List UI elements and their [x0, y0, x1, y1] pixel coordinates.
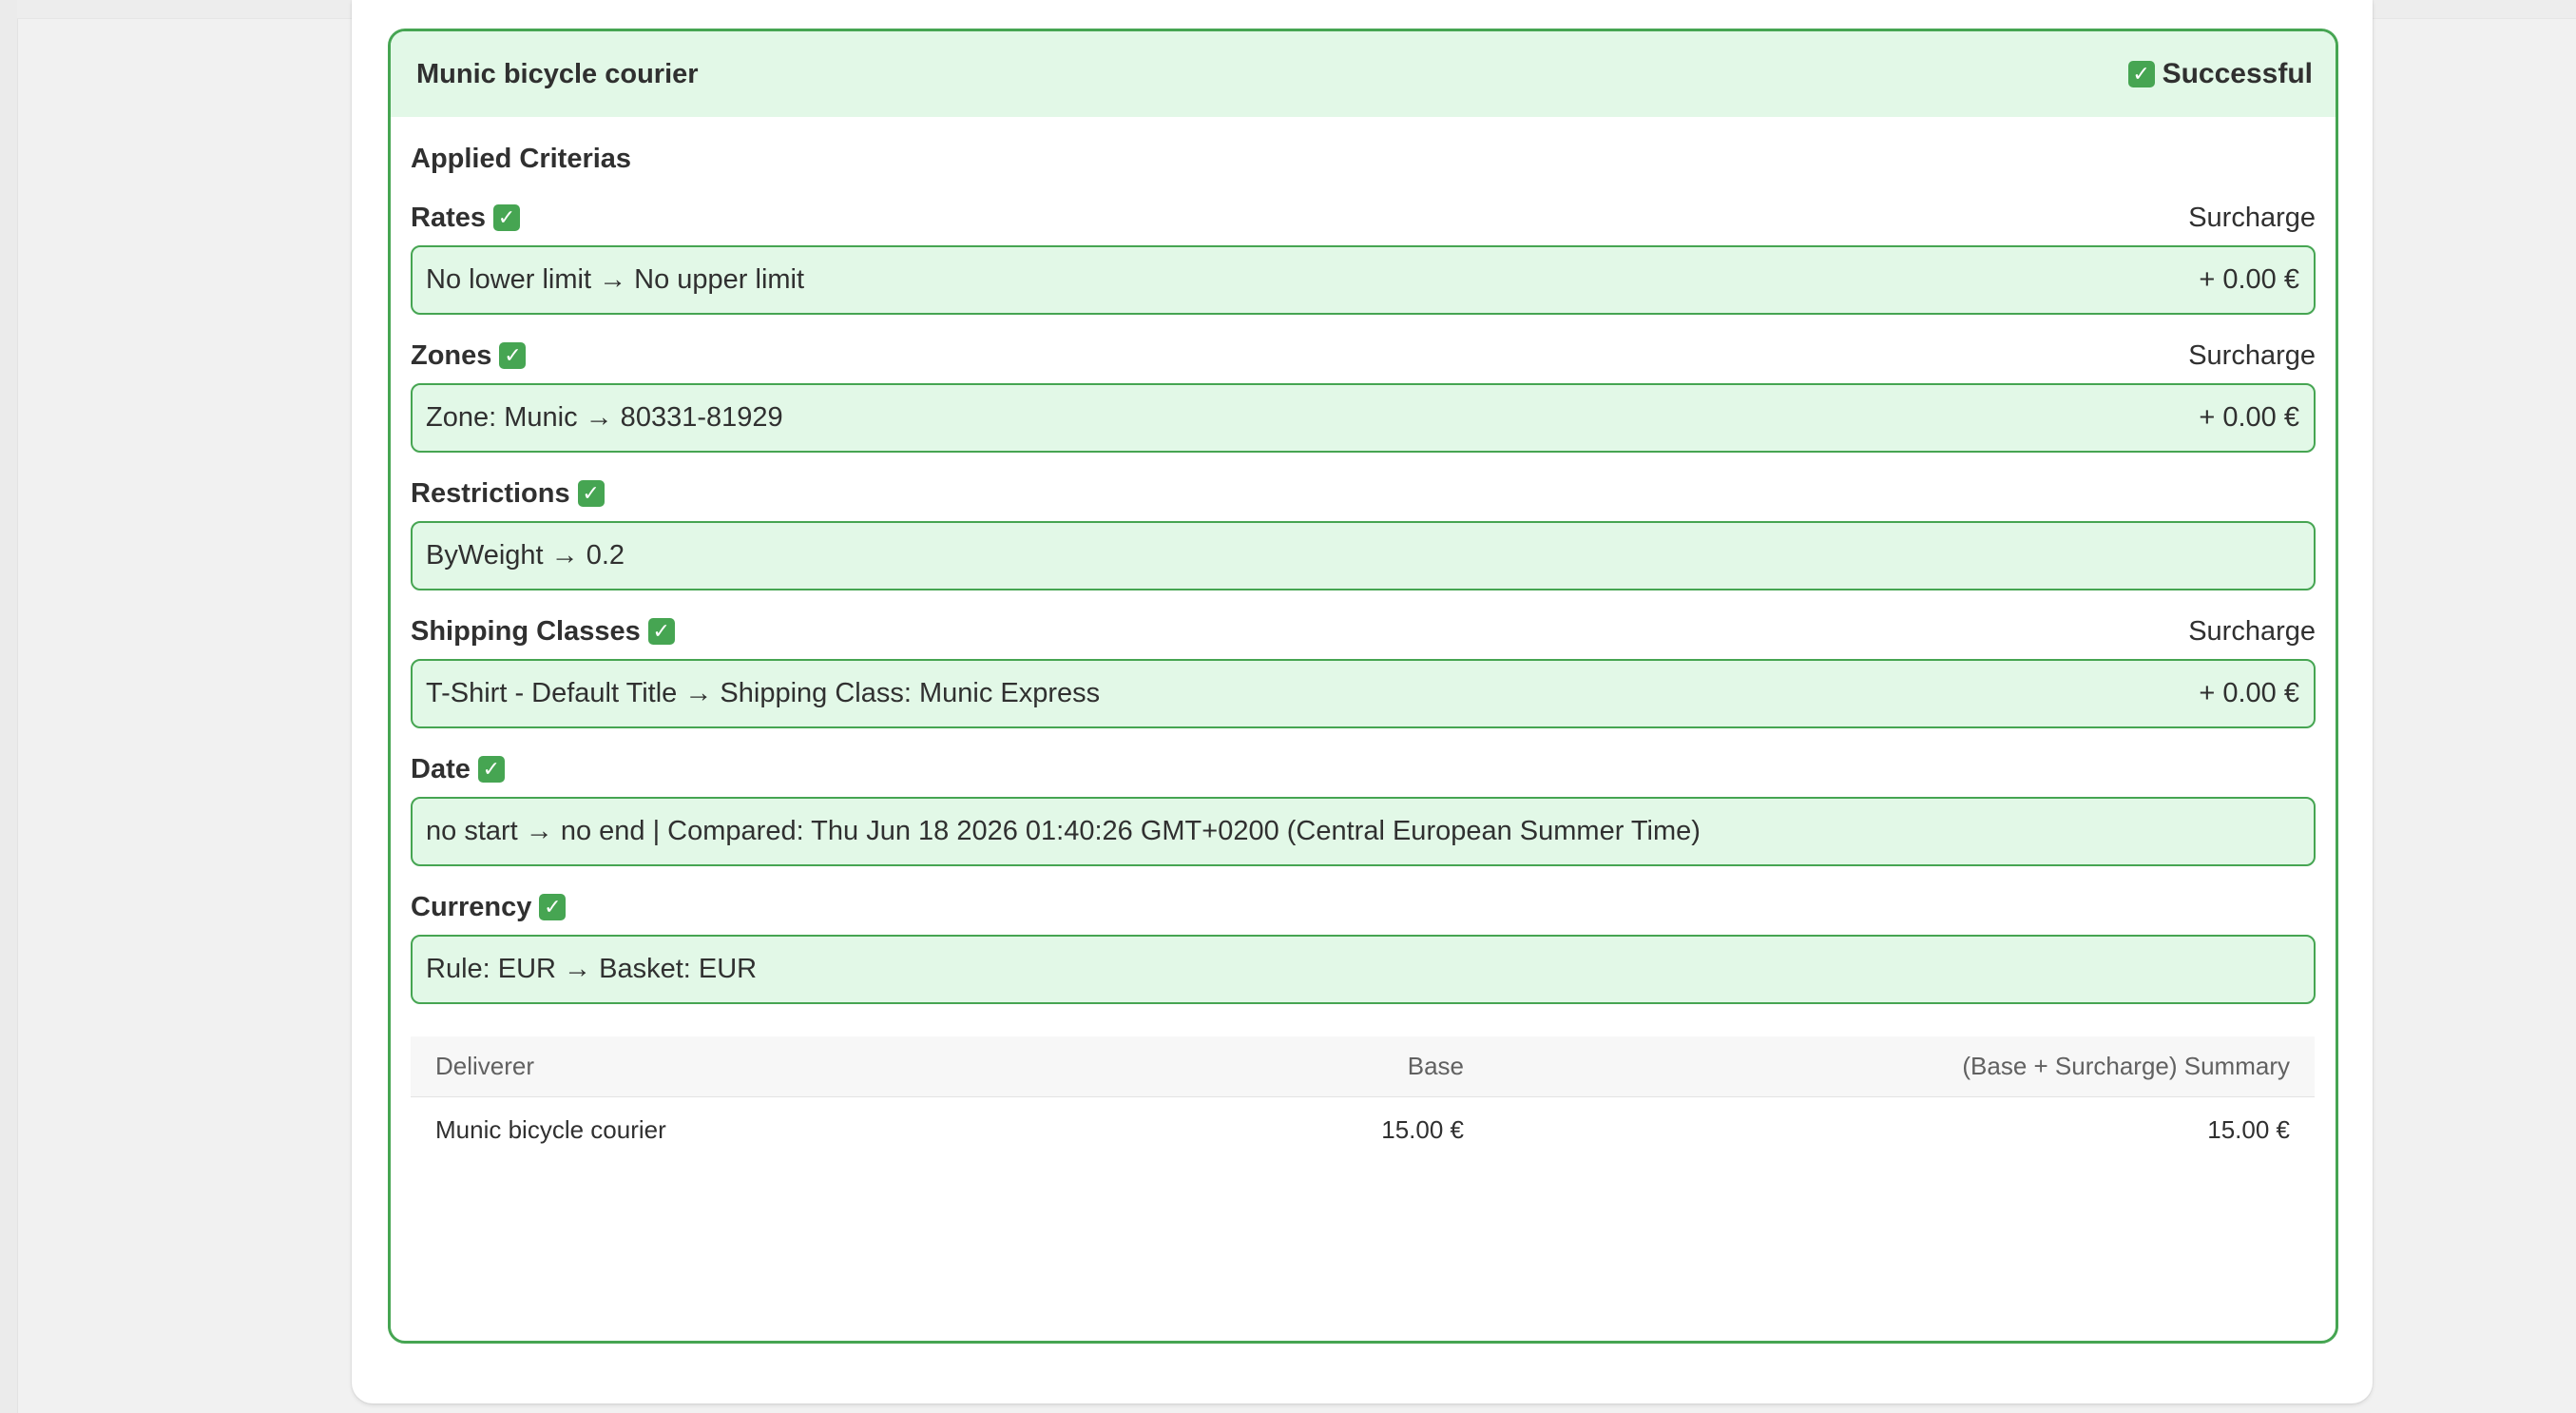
check-mark-icon: ✓: [577, 480, 605, 507]
criterion-value: No lower limit → No upper limit: [426, 264, 805, 295]
criterion-label: Rates ✓: [411, 203, 520, 234]
criterion-value-box: ByWeight → 0.2: [411, 521, 2316, 590]
criterion-currency: Currency ✓ Rule: EUR → Basket: EUR: [411, 889, 2316, 1004]
criterion-label: Restrictions ✓: [411, 478, 605, 510]
criterion-value-box: Zone: Munic → 80331-81929 + 0.00 €: [411, 383, 2316, 453]
criterion-value-box: no start → no end | Compared: Thu Jun 18…: [411, 797, 2316, 866]
criterion-date: Date ✓ no start → no end | Compared: Thu…: [411, 751, 2316, 866]
criterion-label: Currency ✓: [411, 891, 567, 923]
shipping-rule-card: Munic bicycle courier ✓ Successful Appli…: [388, 29, 2338, 1344]
criterion-label: Shipping Classes ✓: [411, 616, 675, 648]
criterion-label: Zones ✓: [411, 339, 527, 372]
column-header-deliverer: Deliverer: [411, 1036, 1125, 1097]
criterion-header: Currency ✓: [411, 889, 2316, 925]
applied-criterias-heading: Applied Criterias: [411, 144, 632, 174]
check-mark-icon: ✓: [499, 342, 527, 369]
left-rail: [0, 0, 18, 1413]
criterion-header: Rates ✓ Surcharge: [411, 200, 2316, 236]
criterion-label-text: Rates: [411, 202, 486, 233]
rule-header: Munic bicycle courier ✓ Successful: [391, 31, 2336, 117]
column-header-base: Base: [1125, 1036, 1489, 1097]
criterion-shipping-classes: Shipping Classes ✓ Surcharge T-Shirt - D…: [411, 613, 2316, 728]
criterion-value: no start → no end | Compared: Thu Jun 18…: [426, 816, 1701, 846]
summary-table: Deliverer Base (Base + Surcharge) Summar…: [411, 1036, 2315, 1163]
surcharge-label: Surcharge: [2188, 615, 2316, 647]
rule-title: Munic bicycle courier: [416, 58, 699, 89]
check-mark-icon: ✓: [477, 756, 505, 783]
criterion-value: ByWeight → 0.2: [426, 540, 625, 571]
criterion-value-box: Rule: EUR → Basket: EUR: [411, 935, 2316, 1004]
surcharge-label: Surcharge: [2188, 202, 2316, 233]
criterion-zones: Zones ✓ Surcharge Zone: Munic → 80331-81…: [411, 338, 2316, 453]
criterion-value-box: T-Shirt - Default Title → Shipping Class…: [411, 659, 2316, 728]
criterion-label-text: Shipping Classes: [411, 615, 641, 647]
cell-summary: 15.00 €: [2207, 1115, 2290, 1144]
criterion-header: Shipping Classes ✓ Surcharge: [411, 613, 2316, 649]
criterion-label-text: Restrictions: [411, 477, 570, 509]
rule-results-panel: Munic bicycle courier ✓ Successful Appli…: [352, 0, 2373, 1403]
status-badge: ✓ Successful: [2127, 58, 2313, 90]
column-header-summary: (Base + Surcharge) Summary: [1489, 1036, 2315, 1097]
criterion-label-text: Currency: [411, 891, 532, 922]
check-mark-icon: ✓: [647, 618, 675, 645]
rule-body: Applied Criterias Rates ✓ Surcharge No l…: [391, 143, 2336, 1163]
criterion-value: T-Shirt - Default Title → Shipping Class…: [426, 678, 1101, 708]
criterion-restrictions: Restrictions ✓ ByWeight → 0.2: [411, 475, 2316, 590]
criterion-value-box: No lower limit → No upper limit + 0.00 €: [411, 245, 2316, 315]
criterion-surcharge: + 0.00 €: [2199, 264, 2299, 295]
table-row: Munic bicycle courier 15.00 € 15.00 €: [411, 1097, 2315, 1164]
criterion-surcharge: + 0.00 €: [2199, 678, 2299, 708]
criteria-list: Rates ✓ Surcharge No lower limit → No up…: [411, 200, 2316, 1004]
status-text: Successful: [2162, 58, 2313, 89]
surcharge-label: Surcharge: [2188, 339, 2316, 371]
criterion-header: Date ✓: [411, 751, 2316, 787]
criterion-rates: Rates ✓ Surcharge No lower limit → No up…: [411, 200, 2316, 315]
cell-deliverer: Munic bicycle courier: [435, 1115, 666, 1144]
criterion-header: Zones ✓ Surcharge: [411, 338, 2316, 374]
criterion-value: Rule: EUR → Basket: EUR: [426, 954, 758, 984]
criterion-label-text: Date: [411, 753, 471, 784]
criterion-label: Date ✓: [411, 754, 505, 785]
criterion-surcharge: + 0.00 €: [2199, 402, 2299, 433]
check-mark-icon: ✓: [539, 894, 567, 920]
check-mark-icon: ✓: [493, 204, 520, 231]
check-mark-icon: ✓: [2127, 61, 2155, 87]
criterion-header: Restrictions ✓: [411, 475, 2316, 512]
criterion-label-text: Zones: [411, 339, 492, 371]
cell-base: 15.00 €: [1381, 1115, 1464, 1144]
criterion-value: Zone: Munic → 80331-81929: [426, 402, 783, 433]
table-header-row: Deliverer Base (Base + Surcharge) Summar…: [411, 1036, 2315, 1097]
